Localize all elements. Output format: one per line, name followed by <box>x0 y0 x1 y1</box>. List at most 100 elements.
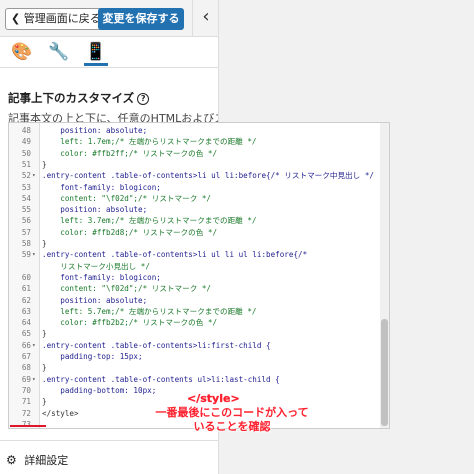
line-number: 54 <box>21 193 31 203</box>
code-text: </style> <box>42 408 79 418</box>
code-line: 54 content: "\f02d";/* リストマーク */ <box>9 193 379 204</box>
code-line: 64 color: #ffb2b2;/* リストマークの色 */ <box>9 317 379 328</box>
fold-arrow-icon[interactable]: ▾ <box>32 170 36 181</box>
code-line: 60 font-family: blogicon; <box>9 272 379 283</box>
line-number: 51 <box>21 159 31 169</box>
code-text: font-family: blogicon; <box>42 182 161 192</box>
code-line: 61 content: "\f02d";/* リストマーク */ <box>9 283 379 294</box>
editor-scrollbar[interactable] <box>380 123 389 428</box>
code-text: } <box>42 239 47 248</box>
advanced-settings-item[interactable]: ⚙ 詳細設定 <box>6 452 68 468</box>
line-number: 65 <box>21 329 31 339</box>
line-number: 70 <box>21 385 31 395</box>
code-text: } <box>42 397 47 407</box>
code-line: 68} <box>9 362 379 373</box>
advanced-settings-label: 詳細設定 <box>24 454 69 467</box>
annotation-text: 一番最後にこのコードが入っていることを確認 <box>155 406 309 433</box>
code-line: 67 padding-top: 15px; <box>9 351 379 362</box>
line-number: 48 <box>21 126 31 135</box>
code-text: position: absolute; <box>42 205 148 215</box>
device-tabs: 🎨 🔧 📱 <box>0 37 218 68</box>
line-number: 49 <box>21 137 31 147</box>
line-number: 52 <box>21 171 31 181</box>
line-number: 62 <box>21 295 31 305</box>
gear-icon: ⚙ <box>6 453 17 467</box>
fold-arrow-icon[interactable]: ▾ <box>32 340 36 351</box>
code-line: 55 position: absolute; <box>9 204 379 215</box>
code-line: 51} <box>9 159 379 170</box>
chevron-left-icon: ❮ <box>11 12 21 25</box>
line-number: 61 <box>21 284 31 294</box>
code-text: position: absolute; <box>42 126 148 135</box>
code-text: color: #ffb2ff;/* リストマークの色 */ <box>42 148 218 158</box>
line-number: 67 <box>21 352 31 361</box>
code-text: .entry-content .table-of-contents>li ul … <box>42 250 308 260</box>
line-number: 72 <box>21 408 31 418</box>
code-text: .entry-content .table-of-contents>li ul … <box>42 171 374 181</box>
annotation-style-tag: </style> <box>187 392 240 405</box>
code-line: 56 left: 3.7em;/* 左端からリストマークまでの距離 */ <box>9 215 379 226</box>
code-line: 63 left: 5.7em;/* 左端からリストマークまでの距離 */ <box>9 306 379 317</box>
fold-arrow-icon[interactable]: ▾ <box>32 249 36 260</box>
code-text: } <box>42 159 47 169</box>
code-text: } <box>42 329 47 339</box>
scrollbar-thumb[interactable] <box>381 319 388 426</box>
code-line: 52 ▾ .entry-content .table-of-contents>li … <box>9 170 379 181</box>
code-line: 57 color: #ffb2d8;/* リストマークの色 */ <box>9 227 379 238</box>
line-number: 59 <box>21 250 31 260</box>
code-line: 48 position: absolute; <box>9 125 379 136</box>
code-text: left: 5.7em;/* 左端からリストマークまでの距離 */ <box>42 306 257 316</box>
line-number: 64 <box>21 318 31 328</box>
line-number: 71 <box>21 397 31 407</box>
code-line: 53 font-family: blogicon; <box>9 182 379 193</box>
code-text: left: 1.7em;/* 左端からリストマークまでの距離 */ <box>42 137 257 147</box>
chevron-left-icon: ‹ <box>202 6 210 27</box>
code-text: color: #ffb2d8;/* リストマークの色 */ <box>42 227 218 237</box>
line-number: 55 <box>21 205 31 215</box>
save-changes-button[interactable]: 変更を保存する <box>98 8 184 30</box>
line-number: 56 <box>21 216 31 226</box>
code-text: } <box>42 363 47 373</box>
line-number: 63 <box>21 306 31 316</box>
code-line: 66 ▾ .entry-content .table-of-contents>li:… <box>9 340 379 351</box>
line-number: 69 <box>21 374 31 384</box>
section-title-text: 記事上下のカスタマイズ <box>8 91 135 105</box>
code-text: .entry-content .table-of-contents>li:fir… <box>42 340 271 350</box>
code-text: left: 3.7em;/* 左端からリストマークまでの距離 */ <box>42 216 257 226</box>
code-line: 65} <box>9 328 379 339</box>
line-number: 57 <box>21 227 31 237</box>
topbar: ❮ 管理画面に戻る 変更を保存する ‹ <box>0 0 218 37</box>
back-to-admin-button[interactable]: ❮ 管理画面に戻る <box>5 8 107 30</box>
code-text: .entry-content .table-of-contents ul>li:… <box>42 374 280 384</box>
line-number: 58 <box>21 239 31 248</box>
code-text: font-family: blogicon; <box>42 272 161 282</box>
palette-icon[interactable]: 🎨 <box>10 41 34 63</box>
code-line: 49 left: 1.7em;/* 左端からリストマークまでの距離 */ <box>9 136 379 147</box>
wrench-icon[interactable]: 🔧 <box>47 41 71 63</box>
section-title: 記事上下のカスタマイズ? <box>8 90 150 106</box>
help-icon[interactable]: ? <box>137 93 150 105</box>
back-button-label: 管理画面に戻る <box>23 12 101 25</box>
mobile-icon[interactable]: 📱 <box>84 41 108 66</box>
collapse-panel-button[interactable]: ‹ <box>192 0 218 36</box>
highlight-underline <box>10 425 46 427</box>
line-number: 50 <box>21 148 31 158</box>
code-line: 69 ▾ .entry-content .table-of-contents ul>… <box>9 374 379 385</box>
code-text: color: #ffb2b2;/* リストマークの色 */ <box>42 318 218 328</box>
code-editor[interactable]: 48 position: absolute; 49 left: 1.7em;/* … <box>8 122 390 429</box>
line-number: 68 <box>21 363 31 373</box>
code-text: padding-top: 15px; <box>42 352 143 361</box>
line-number: 60 <box>21 272 31 282</box>
code-line: 59 ▾ .entry-content .table-of-contents>li … <box>9 249 379 260</box>
code-text: リストマーク小見出し */ <box>42 261 150 271</box>
code-line: 58} <box>9 238 379 249</box>
fold-arrow-icon[interactable]: ▾ <box>32 374 36 385</box>
line-number: 73 <box>9 419 31 428</box>
line-number: 66 <box>21 340 31 350</box>
code-line: リストマーク小見出し */ <box>9 261 379 272</box>
code-text: position: absolute; <box>42 295 148 305</box>
code-line: 50 color: #ffb2ff;/* リストマークの色 */ <box>9 148 379 159</box>
code-line: 62 position: absolute; <box>9 295 379 306</box>
divider <box>0 440 218 441</box>
code-text: content: "\f02d";/* リストマーク */ <box>42 193 212 203</box>
